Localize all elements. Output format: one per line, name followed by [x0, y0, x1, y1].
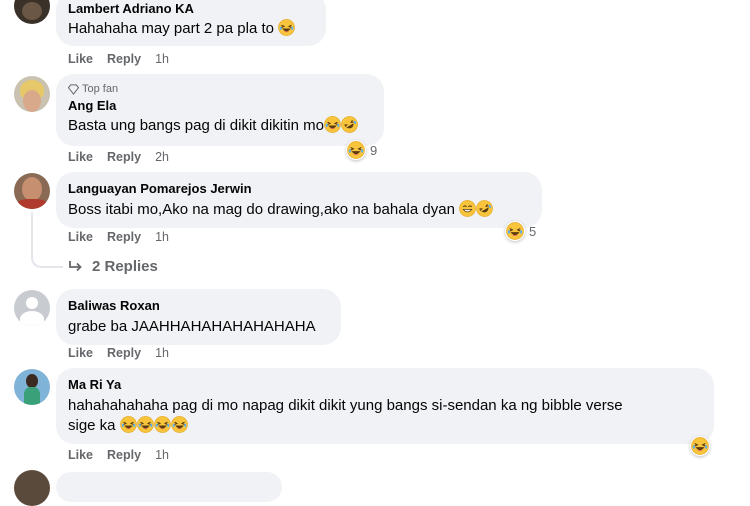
comment-time[interactable]: 1h	[155, 346, 169, 360]
reply-arrow-icon	[69, 260, 82, 271]
comment-time[interactable]: 1h	[155, 52, 169, 66]
reply-button[interactable]: Reply	[107, 448, 141, 462]
laugh-emoji-icon	[120, 416, 137, 433]
reaction-pill	[690, 436, 710, 456]
comment-author[interactable]: Ang Ela	[68, 97, 372, 114]
comment-actions: Like Reply 1h	[68, 230, 169, 244]
avatar[interactable]	[14, 470, 50, 506]
avatar[interactable]	[14, 76, 50, 112]
rofl-emoji-icon	[341, 116, 358, 133]
comment-text-body: Hahahaha may part 2 pa pla to	[68, 20, 274, 37]
laugh-emoji-icon	[278, 19, 295, 36]
like-button[interactable]: Like	[68, 448, 93, 462]
reaction-pill	[505, 221, 525, 241]
top-fan-badge: Top fan	[68, 82, 372, 96]
comment-bubble: Languayan Pomarejos Jerwin Boss itabi mo…	[56, 172, 542, 228]
comment-time[interactable]: 2h	[155, 150, 169, 164]
top-fan-label: Top fan	[82, 83, 119, 95]
comment-text-body: Basta ung bangs pag di dikit dikitin mo	[68, 117, 324, 134]
comment-bubble	[56, 472, 282, 502]
comment-author[interactable]: Baliwas Roxan	[68, 297, 329, 314]
reaction-count: 5	[529, 223, 537, 239]
reaction-pill	[346, 140, 366, 160]
comment-text-body: Boss itabi mo,Ako na mag do drawing,ako …	[68, 201, 455, 218]
comment-bubble: Top fan Ang Ela Basta ung bangs pag di d…	[56, 74, 384, 146]
laugh-emoji-icon	[171, 416, 188, 433]
avatar[interactable]	[14, 173, 50, 209]
reaction-count: 9	[370, 142, 378, 158]
comment-time[interactable]: 1h	[155, 230, 169, 244]
reaction-summary[interactable]: 5	[505, 221, 536, 241]
avatar[interactable]	[14, 290, 50, 326]
like-button[interactable]: Like	[68, 150, 93, 164]
comment-text: sige ka	[68, 416, 702, 436]
thread-connector	[31, 212, 63, 268]
comment-author[interactable]: Languayan Pomarejos Jerwin	[68, 180, 530, 197]
like-button[interactable]: Like	[68, 346, 93, 360]
reply-button[interactable]: Reply	[107, 346, 141, 360]
comment-time[interactable]: 1h	[155, 448, 169, 462]
rofl-emoji-icon	[476, 200, 493, 217]
comment-text-body: sige ka	[68, 417, 116, 434]
avatar[interactable]	[14, 369, 50, 405]
reaction-summary[interactable]: 9	[346, 140, 377, 160]
view-replies-button[interactable]: 2 Replies	[68, 258, 158, 275]
reaction-summary[interactable]	[690, 436, 710, 456]
reply-button[interactable]: Reply	[107, 230, 141, 244]
comment-actions: Like Reply 1h	[68, 52, 169, 66]
comment-text: Hahahaha may part 2 pa pla to	[68, 19, 314, 39]
laugh-emoji-icon	[137, 416, 154, 433]
laugh-emoji-icon	[154, 416, 171, 433]
comment-author[interactable]: Ma Ri Ya	[68, 376, 702, 393]
comment-author[interactable]: Lambert Adriano KA	[68, 0, 314, 17]
like-button[interactable]: Like	[68, 52, 93, 66]
comment-bubble: Baliwas Roxan grabe ba JAAHHAHAHAHAHAHAH…	[56, 289, 341, 345]
laugh-reaction-icon	[347, 141, 365, 159]
grin-emoji-icon	[459, 200, 476, 217]
comment-bubble: Ma Ri Ya hahahahahaha pag di mo napag di…	[56, 368, 714, 444]
diamond-icon	[68, 83, 79, 95]
comment-text: hahahahahaha pag di mo napag dikit dikit…	[68, 397, 623, 414]
comment-bubble: Lambert Adriano KA Hahahaha may part 2 p…	[56, 0, 326, 46]
laugh-emoji-icon	[324, 116, 341, 133]
laugh-reaction-icon	[506, 222, 524, 240]
laugh-reaction-icon	[691, 437, 709, 455]
comment-actions: Like Reply 1h	[68, 346, 169, 360]
comment-actions: Like Reply 2h	[68, 150, 169, 164]
comment-actions: Like Reply 1h	[68, 448, 169, 462]
reply-button[interactable]: Reply	[107, 150, 141, 164]
comment-text: grabe ba JAAHHAHAHAHAHAHAHA	[68, 318, 316, 335]
avatar[interactable]	[14, 0, 50, 24]
comment-text: Basta ung bangs pag di dikit dikitin mo	[68, 116, 372, 136]
comment-text: Boss itabi mo,Ako na mag do drawing,ako …	[68, 200, 530, 220]
replies-label: 2 Replies	[92, 258, 158, 275]
reply-button[interactable]: Reply	[107, 52, 141, 66]
like-button[interactable]: Like	[68, 230, 93, 244]
